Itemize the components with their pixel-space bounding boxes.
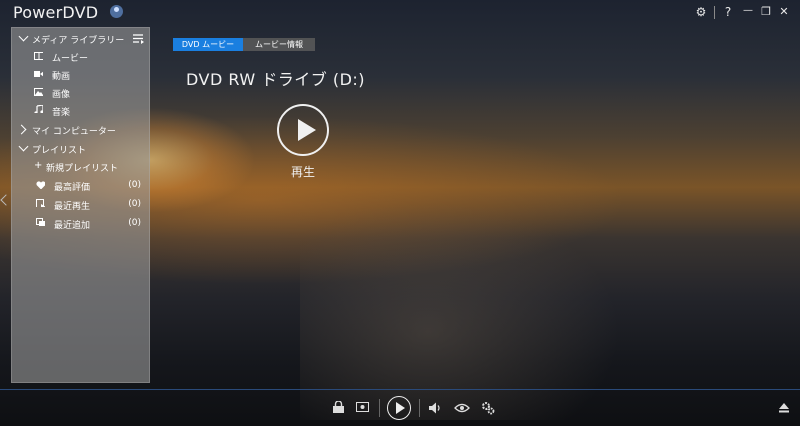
restore-button[interactable]: ❐ bbox=[758, 5, 774, 18]
new-playlist-button[interactable]: + 新規プレイリスト bbox=[12, 158, 149, 176]
sidebar-item-label: 音楽 bbox=[52, 108, 71, 118]
new-playlist-label: 新規プレイリスト bbox=[46, 164, 119, 174]
divider bbox=[379, 399, 380, 417]
playlist-count: (0) bbox=[128, 199, 141, 209]
sidebar-section-my-computer[interactable]: マイ コンピューター bbox=[12, 121, 149, 139]
playlist-count: (0) bbox=[128, 218, 141, 228]
recent-add-icon bbox=[36, 218, 45, 226]
playlist-item-recently-added[interactable]: 最近追加 (0) bbox=[12, 215, 149, 233]
chevron-down-icon bbox=[18, 141, 29, 152]
volume-icon[interactable] bbox=[429, 402, 443, 414]
user-account-icon[interactable] bbox=[110, 5, 123, 18]
eject-icon[interactable] bbox=[778, 402, 790, 414]
help-icon[interactable]: ? bbox=[720, 5, 736, 19]
sidebar-item-image[interactable]: 画像 bbox=[12, 84, 149, 102]
settings-icon[interactable]: ⚙ bbox=[693, 5, 709, 19]
recent-play-icon bbox=[36, 199, 45, 207]
sidebar-section-label: メディア ライブラリー bbox=[32, 36, 125, 46]
title-bar: PowerDVD ⚙ ? — ❐ ✕ bbox=[0, 0, 800, 26]
chevron-down-icon bbox=[18, 31, 29, 42]
play-label: 再生 bbox=[291, 165, 316, 179]
music-note-icon bbox=[34, 105, 43, 113]
sidebar-item-video[interactable]: 動画 bbox=[12, 66, 149, 84]
app-title: PowerDVD bbox=[13, 3, 99, 22]
video-camera-icon bbox=[34, 71, 43, 77]
sidebar-section-media-library[interactable]: メディア ライブラリー bbox=[12, 30, 149, 48]
playlist-item-label: 最高評価 bbox=[54, 183, 91, 193]
heart-icon bbox=[36, 181, 45, 189]
sidebar-item-label: ムービー bbox=[52, 54, 89, 64]
playlist-item-recently-played[interactable]: 最近再生 (0) bbox=[12, 196, 149, 214]
divider bbox=[714, 6, 715, 19]
divider bbox=[419, 399, 420, 417]
minimize-button[interactable]: — bbox=[740, 5, 756, 16]
settings-gears-icon[interactable] bbox=[481, 401, 495, 415]
movie-icon bbox=[34, 52, 43, 60]
close-button[interactable]: ✕ bbox=[776, 5, 792, 18]
sidebar-item-movie[interactable]: ムービー bbox=[12, 48, 149, 66]
play-disc-button[interactable] bbox=[277, 104, 329, 156]
sidebar-section-playlist[interactable]: プレイリスト bbox=[12, 140, 149, 158]
playlist-item-label: 最近再生 bbox=[54, 202, 91, 212]
plus-icon: + bbox=[34, 160, 43, 171]
play-button[interactable] bbox=[387, 396, 411, 420]
sidebar-item-label: 動画 bbox=[52, 72, 71, 82]
chevron-right-icon bbox=[16, 124, 27, 135]
snapshot-icon[interactable] bbox=[356, 401, 370, 413]
tab-dvd-movie[interactable]: DVD ムービー bbox=[173, 38, 243, 51]
sidebar-section-label: マイ コンピューター bbox=[32, 127, 116, 137]
eye-icon[interactable] bbox=[454, 403, 470, 413]
progress-bar[interactable] bbox=[0, 389, 800, 390]
playlist-item-label: 最近追加 bbox=[54, 221, 91, 231]
image-icon bbox=[34, 88, 43, 96]
drive-title: DVD RW ドライブ (D:) bbox=[186, 70, 366, 89]
playlist-item-top-rated[interactable]: 最高評価 (0) bbox=[12, 177, 149, 195]
library-menu-icon[interactable] bbox=[133, 34, 145, 44]
sidebar-item-music[interactable]: 音楽 bbox=[12, 102, 149, 120]
sidebar-item-label: 画像 bbox=[52, 90, 71, 100]
sidebar-section-label: プレイリスト bbox=[32, 146, 87, 156]
playlist-count: (0) bbox=[128, 180, 141, 190]
sidebar: メディア ライブラリー ムービー 動画 画像 音楽 マイ コンピューター プレイ… bbox=[11, 27, 150, 383]
tab-movie-info[interactable]: ムービー情報 bbox=[243, 38, 315, 51]
lock-icon[interactable] bbox=[332, 401, 346, 413]
